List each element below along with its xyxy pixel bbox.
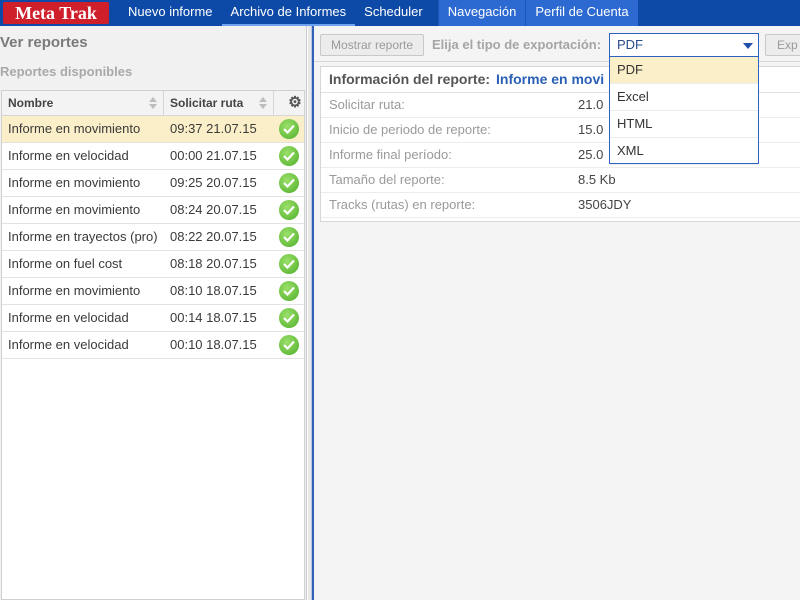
check-icon <box>279 308 299 328</box>
report-time: 00:10 18.07.15 <box>170 337 257 352</box>
table-row[interactable]: Informe en velocidad 00:00 21.07.15 <box>2 143 304 170</box>
status-cell <box>274 197 304 223</box>
table-row[interactable]: Informe en movimiento 08:10 18.07.15 <box>2 278 304 305</box>
panel-title: Ver reportes <box>0 34 88 51</box>
nav-scheduler[interactable]: Scheduler <box>355 0 432 26</box>
report-time: 09:25 20.07.15 <box>170 175 257 190</box>
chevron-down-icon <box>743 43 753 49</box>
nav-nuevo-informe[interactable]: Nuevo informe <box>119 0 222 26</box>
export-button[interactable]: Exp <box>765 34 800 56</box>
nav-navegacion[interactable]: Navegación <box>437 0 526 26</box>
export-type-select[interactable]: PDF <box>609 33 759 57</box>
option-excel[interactable]: Excel <box>610 84 758 111</box>
report-time: 00:14 18.07.15 <box>170 310 257 325</box>
panel-subtitle: Reportes disponibles <box>0 64 133 79</box>
top-nav-bar: Meta Trak Nuevo informe Archivo de Infor… <box>0 0 800 26</box>
check-icon <box>279 281 299 301</box>
table-row[interactable]: Informe en velocidad 00:14 18.07.15 <box>2 305 304 332</box>
info-report-name: Informe en movi <box>496 71 605 87</box>
report-name: Informe en trayectos (pro) <box>8 229 158 244</box>
reports-table: Nombre Solicitar ruta ⚙ Informe en movim… <box>1 90 305 600</box>
report-time: 08:22 20.07.15 <box>170 229 257 244</box>
info-label: Información del reporte: <box>329 71 491 87</box>
nav-archivo-de-informes[interactable]: Archivo de Informes <box>221 0 356 26</box>
column-settings[interactable]: ⚙ <box>274 91 304 115</box>
table-row[interactable]: Informe en velocidad 00:10 18.07.15 <box>2 332 304 359</box>
report-name: Informe en velocidad <box>8 310 129 325</box>
check-icon <box>279 200 299 220</box>
report-time: 08:10 18.07.15 <box>170 283 257 298</box>
sort-icon[interactable] <box>149 97 158 109</box>
status-cell <box>274 224 304 250</box>
column-header-nombre[interactable]: Nombre <box>2 91 164 115</box>
report-name: Informe en velocidad <box>8 148 129 163</box>
table-row[interactable]: Informe en trayectos (pro) 08:22 20.07.1… <box>2 224 304 251</box>
info-row: Tracks (rutas) en reporte: 3506JDY <box>321 193 800 218</box>
table-row[interactable]: Informe en movimiento 09:25 20.07.15 <box>2 170 304 197</box>
option-pdf[interactable]: PDF <box>610 57 758 84</box>
show-report-button[interactable]: Mostrar reporte <box>320 34 425 56</box>
report-name: Informe en velocidad <box>8 337 129 352</box>
table-row[interactable]: Informe on fuel cost 08:18 20.07.15 <box>2 251 304 278</box>
check-icon <box>279 146 299 166</box>
status-cell <box>274 143 304 169</box>
table-row[interactable]: Informe en movimiento 08:24 20.07.15 <box>2 197 304 224</box>
report-name: Informe on fuel cost <box>8 256 123 271</box>
info-row: Tamaño del reporte: 8.5 Kb <box>321 168 800 193</box>
status-cell <box>274 116 304 142</box>
status-cell <box>274 278 304 304</box>
status-cell <box>274 170 304 196</box>
report-time: 08:24 20.07.15 <box>170 202 257 217</box>
gear-icon[interactable]: ⚙ <box>280 91 310 115</box>
table-row[interactable]: Informe en movimiento 09:37 21.07.15 <box>2 116 304 143</box>
check-icon <box>279 173 299 193</box>
check-icon <box>279 254 299 274</box>
reports-panel: Ver reportes Reportes disponibles Nombre… <box>0 26 307 600</box>
report-time: 00:00 21.07.15 <box>170 148 257 163</box>
report-name: Informe en movimiento <box>8 121 141 136</box>
table-header: Nombre Solicitar ruta ⚙ <box>2 91 304 116</box>
report-time: 08:18 20.07.15 <box>170 256 257 271</box>
report-name: Informe en movimiento <box>8 202 141 217</box>
check-icon <box>279 227 299 247</box>
export-type-dropdown: PDF Excel HTML XML <box>609 56 759 165</box>
sort-icon[interactable] <box>259 97 268 109</box>
option-html[interactable]: HTML <box>610 111 758 138</box>
app-logo[interactable]: Meta Trak <box>3 2 109 24</box>
status-cell <box>274 251 304 277</box>
export-type-label: Elija el tipo de exportación: <box>432 37 602 52</box>
report-name: Informe en movimiento <box>8 283 141 298</box>
status-cell <box>274 305 304 331</box>
check-icon <box>279 119 299 139</box>
status-cell <box>274 332 304 358</box>
column-header-solicitar-ruta[interactable]: Solicitar ruta <box>164 91 274 115</box>
check-icon <box>279 335 299 355</box>
report-name: Informe en movimiento <box>8 175 141 190</box>
option-xml[interactable]: XML <box>610 138 758 165</box>
report-time: 09:37 21.07.15 <box>170 121 257 136</box>
nav-perfil-de-cuenta[interactable]: Perfil de Cuenta <box>525 0 638 26</box>
